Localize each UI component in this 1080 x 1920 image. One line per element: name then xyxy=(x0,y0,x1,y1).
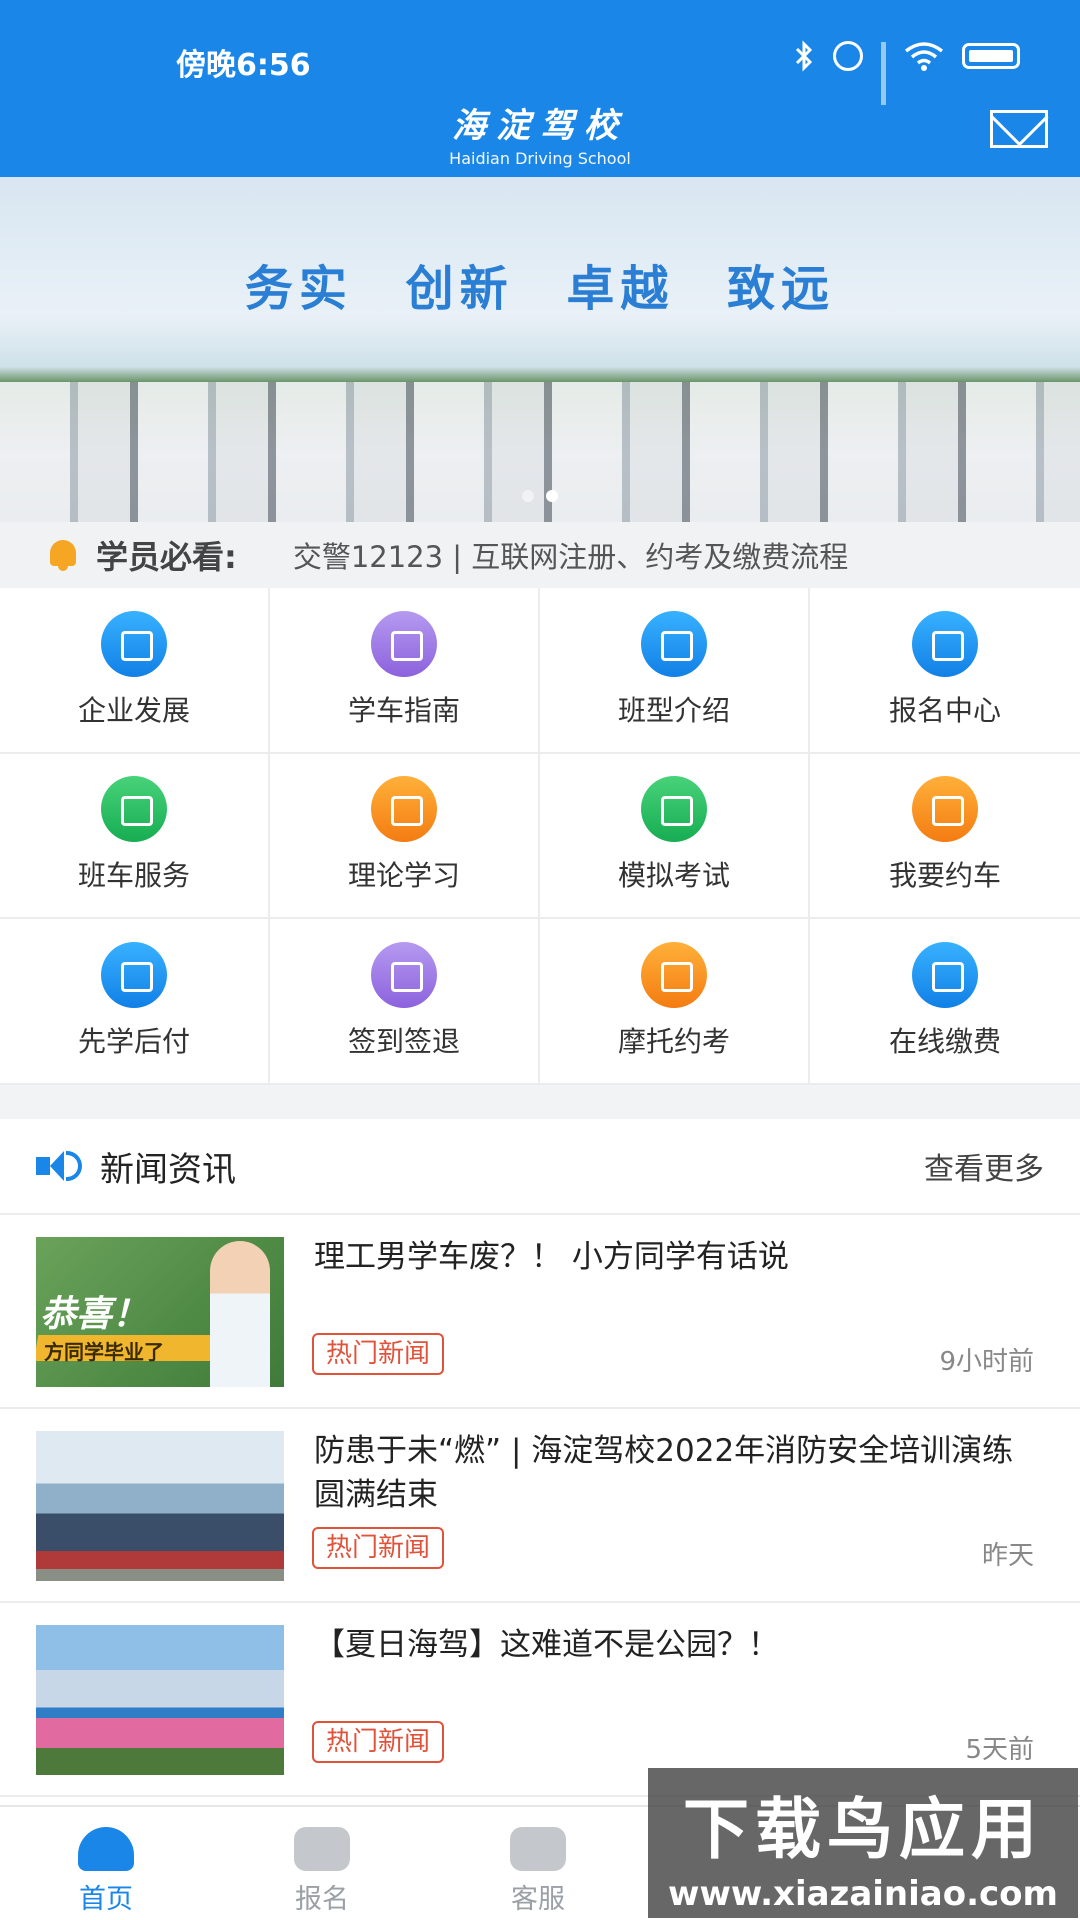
view-more-link[interactable]: 查看更多 xyxy=(924,1144,1044,1188)
bus-icon xyxy=(101,776,167,843)
menu-grid: 企业发展 学车指南 班型介绍 报名中心 班车服务 理论学习 模拟考试 我要约车 … xyxy=(0,588,1080,1085)
tab-label: 客服 xyxy=(511,1884,565,1915)
monitor-icon xyxy=(371,776,437,843)
menu-item-pay-later[interactable]: 先学后付 xyxy=(0,919,270,1085)
car-icon xyxy=(912,776,978,843)
status-icons xyxy=(793,40,1020,105)
news-time: 5天前 xyxy=(965,1735,1034,1765)
news-section-title: 新闻资讯 xyxy=(100,1149,236,1190)
speaker-icon xyxy=(36,1149,82,1183)
menu-item-moto-exam[interactable]: 摩托约考 xyxy=(540,919,810,1085)
wifi-icon xyxy=(904,41,944,71)
tab-service[interactable]: 客服 xyxy=(478,1827,598,1916)
news-header: 新闻资讯 查看更多 xyxy=(0,1119,1080,1215)
news-thumbnail: 恭喜！ 方同学毕业了 xyxy=(36,1237,284,1387)
menu-item-label: 班型介绍 xyxy=(617,693,730,727)
menu-item-theory[interactable]: 理论学习 xyxy=(270,753,540,920)
menu-item-label: 报名中心 xyxy=(888,693,1001,727)
calendar-check-icon xyxy=(371,942,437,1009)
exam-icon xyxy=(641,776,707,843)
bluetooth-icon xyxy=(793,40,815,72)
news-item[interactable]: 恭喜！ 方同学毕业了 理工男学车废？！ 小方同学有话说 热门新闻 9小时前 xyxy=(0,1215,1080,1409)
news-tag: 热门新闻 xyxy=(312,1333,445,1375)
banner-slogan: 务实 创新 卓越 致远 xyxy=(244,261,836,317)
menu-item-label: 在线缴费 xyxy=(888,1025,1001,1059)
menu-item-label: 我要约车 xyxy=(888,859,1001,893)
menu-item-checkin[interactable]: 签到签退 xyxy=(270,919,540,1085)
notice-title: 学员必看: xyxy=(96,538,237,576)
menu-item-label: 企业发展 xyxy=(77,693,190,727)
banner-carousel[interactable]: 务实 创新 卓越 致远 xyxy=(0,177,1080,522)
menu-item-classes[interactable]: 班型介绍 xyxy=(540,588,810,754)
banner-dots xyxy=(0,490,1080,502)
app-header: 傍晚6:56 海淀驾校 Haidian Driving School xyxy=(0,0,1080,177)
board-icon xyxy=(641,610,707,677)
watermark-url: www.xiazainiao.com xyxy=(668,1874,1058,1914)
user-pay-icon xyxy=(101,942,167,1009)
motorcycle-icon xyxy=(641,942,707,1009)
menu-item-mock-exam[interactable]: 模拟考试 xyxy=(540,753,810,920)
home-icon xyxy=(78,1827,134,1871)
signup-icon xyxy=(294,1827,350,1871)
thumb-text: 恭喜！ xyxy=(40,1294,149,1335)
news-time: 昨天 xyxy=(981,1541,1034,1571)
id-card-icon xyxy=(912,610,978,677)
news-item-title: 防患于未“燃” | 海淀驾校2022年消防安全培训演练圆满结束 xyxy=(314,1433,1014,1513)
section-separator xyxy=(0,1085,1080,1119)
status-time: 傍晚6:56 xyxy=(176,48,311,83)
alarm-icon xyxy=(833,41,863,71)
mail-icon[interactable] xyxy=(990,110,1048,148)
tab-home[interactable]: 首页 xyxy=(46,1827,166,1916)
tab-signup[interactable]: 报名 xyxy=(262,1827,382,1916)
app-logo: 海淀驾校 Haidian Driving School xyxy=(0,98,1080,168)
news-tag: 热门新闻 xyxy=(312,1721,445,1763)
bell-icon xyxy=(46,538,80,572)
tab-label: 首页 xyxy=(79,1884,133,1915)
watermark: 下载鸟应用 www.xiazainiao.com xyxy=(648,1768,1078,1918)
menu-item-signup[interactable]: 报名中心 xyxy=(810,588,1080,754)
notice-text[interactable]: 交警12123 | 互联网注册、约考及缴费流程 xyxy=(293,534,848,576)
news-tag: 热门新闻 xyxy=(312,1527,445,1569)
building-icon xyxy=(101,610,167,677)
menu-item-label: 班车服务 xyxy=(77,859,190,893)
menu-item-label: 签到签退 xyxy=(347,1025,460,1059)
menu-item-label: 理论学习 xyxy=(347,859,460,893)
news-time: 9小时前 xyxy=(939,1347,1034,1377)
news-thumbnail xyxy=(36,1625,284,1775)
menu-item-label: 摩托约考 xyxy=(617,1025,730,1059)
thumb-person xyxy=(210,1241,270,1387)
menu-item-shuttle[interactable]: 班车服务 xyxy=(0,753,270,920)
signal-icon xyxy=(881,42,886,105)
logo-chinese: 海淀驾校 xyxy=(452,106,628,146)
tab-label: 报名 xyxy=(295,1884,349,1915)
news-item-title: 理工男学车废？！ 小方同学有话说 xyxy=(314,1239,789,1275)
news-item-title: 【夏日海驾】这难道不是公园？！ xyxy=(314,1627,779,1663)
menu-item-label: 先学后付 xyxy=(77,1025,190,1059)
menu-item-label: 学车指南 xyxy=(347,693,460,727)
watermark-title: 下载鸟应用 xyxy=(683,1791,1043,1868)
menu-item-guide[interactable]: 学车指南 xyxy=(270,588,540,754)
wallet-icon xyxy=(912,942,978,1009)
menu-item-book-car[interactable]: 我要约车 xyxy=(810,754,1080,920)
logo-english: Haidian Driving School xyxy=(449,149,631,168)
battery-icon xyxy=(962,43,1020,69)
menu-item-label: 模拟考试 xyxy=(617,859,730,893)
menu-item-company[interactable]: 企业发展 xyxy=(0,588,270,754)
books-icon xyxy=(371,610,437,677)
thumb-caption: 方同学毕业了 xyxy=(44,1340,164,1364)
banner-dot[interactable] xyxy=(522,490,534,502)
notice-bar[interactable]: 学员必看: 交警12123 | 互联网注册、约考及缴费流程 xyxy=(0,522,1080,588)
news-item[interactable]: 防患于未“燃” | 海淀驾校2022年消防安全培训演练圆满结束 热门新闻 昨天 xyxy=(0,1409,1080,1603)
news-thumbnail xyxy=(36,1431,284,1581)
menu-item-online-pay[interactable]: 在线缴费 xyxy=(810,919,1080,1085)
banner-dot-active[interactable] xyxy=(546,490,558,502)
service-icon xyxy=(510,1827,566,1871)
